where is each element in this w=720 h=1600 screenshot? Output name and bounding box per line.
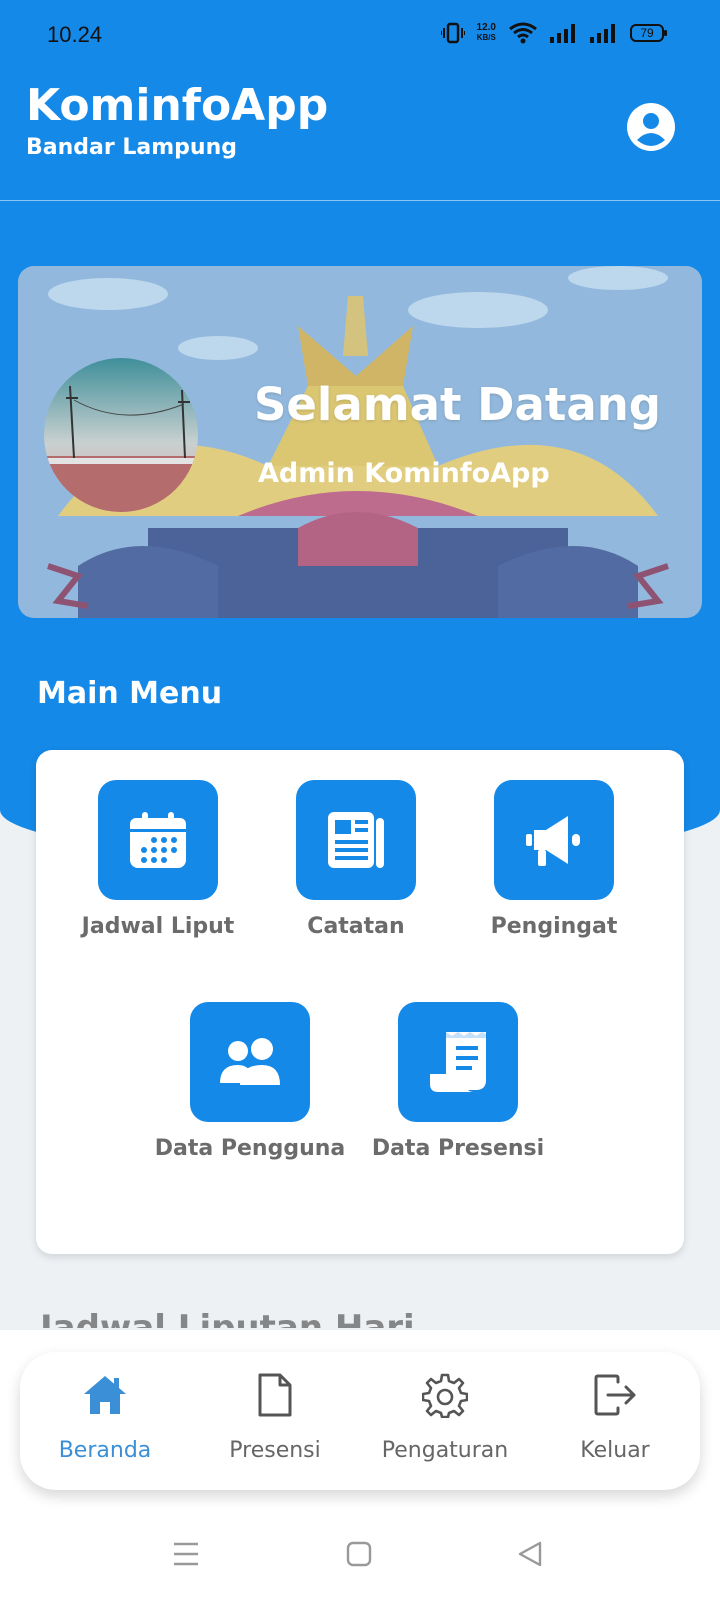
nav-label: Beranda [58, 1438, 152, 1463]
battery-indicator: 79 [630, 24, 667, 42]
network-speed: 12.0 KB/S [476, 22, 496, 43]
vibrate-icon [440, 22, 465, 44]
app-title: KominfoApp [26, 80, 329, 131]
nav-label: Keluar [580, 1438, 650, 1463]
welcome-subtitle: Admin KominfoApp [258, 458, 550, 489]
newspaper-icon [328, 812, 384, 868]
bottom-navigation: Beranda Presensi Pengaturan Keluar [20, 1352, 700, 1490]
signal-icon [590, 24, 615, 43]
gear-icon [422, 1373, 468, 1418]
document-icon [258, 1373, 292, 1417]
nav-label: Presensi [229, 1438, 321, 1463]
status-bar: 10.24 12.0 KB/S 79 [0, 0, 720, 70]
wifi-icon [509, 22, 537, 44]
back-icon[interactable] [516, 1540, 544, 1568]
menu-item-data-pengguna[interactable]: Data Pengguna [150, 1002, 350, 1161]
megaphone-icon [526, 816, 580, 866]
app-header: KominfoApp Bandar Lampung [0, 70, 720, 200]
account-circle-icon[interactable] [626, 102, 676, 152]
menu-item-data-presensi[interactable]: Data Presensi [358, 1002, 558, 1161]
menu-icon[interactable] [172, 1540, 200, 1568]
menu-item-label: Data Pengguna [154, 1136, 346, 1161]
status-icons: 12.0 KB/S 79 [440, 22, 667, 44]
menu-item-label: Data Presensi [371, 1136, 545, 1161]
nav-label: Pengaturan [381, 1438, 509, 1463]
section-title-partial: Jadwal Liputan Hari Ini [40, 1308, 415, 1328]
banner-avatar-photo [44, 358, 198, 512]
nav-item-pengaturan[interactable]: Pengaturan [360, 1352, 530, 1490]
main-menu-card: Jadwal Liput Catatan Pengingat Data Peng… [36, 750, 684, 1254]
header-divider [0, 200, 720, 201]
logout-icon [594, 1374, 636, 1416]
home-square-icon[interactable] [346, 1540, 372, 1568]
nav-item-presensi[interactable]: Presensi [190, 1352, 360, 1490]
menu-item-label: Jadwal Liput [81, 914, 235, 939]
nav-item-beranda[interactable]: Beranda [20, 1352, 190, 1490]
welcome-title: Selamat Datang [254, 378, 661, 431]
users-icon [220, 1038, 280, 1085]
menu-item-pengingat[interactable]: Pengingat [454, 780, 654, 939]
main-menu-title: Main Menu [37, 676, 223, 711]
nav-item-keluar[interactable]: Keluar [530, 1352, 700, 1490]
calendar-icon [130, 812, 186, 868]
home-icon [84, 1376, 126, 1414]
receipt-icon [430, 1032, 486, 1092]
menu-item-catatan[interactable]: Catatan [256, 780, 456, 939]
menu-item-jadwal-liput[interactable]: Jadwal Liput [58, 780, 258, 939]
status-time: 10.24 [47, 22, 103, 47]
system-navigation-bar [0, 1510, 720, 1600]
welcome-banner: Selamat Datang Admin KominfoApp [18, 266, 702, 618]
menu-item-label: Pengingat [490, 914, 618, 939]
app-subtitle: Bandar Lampung [26, 135, 237, 160]
signal-icon [550, 24, 575, 43]
menu-item-label: Catatan [307, 914, 405, 939]
